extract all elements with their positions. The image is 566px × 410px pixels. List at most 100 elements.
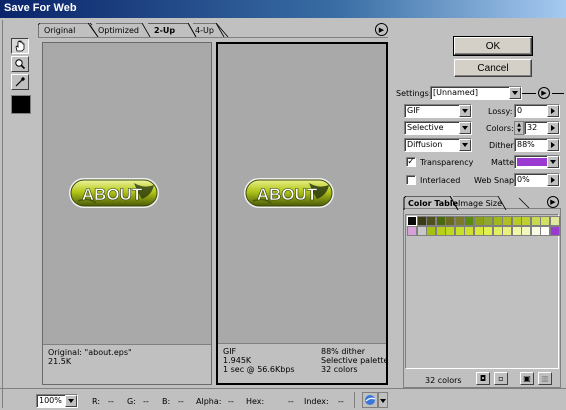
color-swatch[interactable] [416,216,427,226]
toolbox [8,38,36,116]
color-swatch[interactable] [492,226,503,236]
g-value: -- [143,397,149,406]
color-swatch[interactable] [530,216,541,226]
chevron-down-icon [459,122,471,134]
color-table-menu-arrow-icon[interactable]: ▶ [547,196,559,208]
color-swatch[interactable] [521,216,531,226]
color-swatch[interactable] [464,216,474,226]
chevron-down-icon [65,395,77,407]
zoom-icon[interactable] [11,56,29,72]
color-swatch[interactable] [521,226,531,236]
index-value: -- [338,397,344,406]
optimized-dither: 88% dither [321,347,366,356]
hand-icon[interactable] [11,38,29,54]
color-swatch[interactable] [502,216,512,226]
interlaced-checkbox[interactable] [406,175,416,185]
alpha-label: Alpha: [196,397,222,406]
status-separator [0,388,566,389]
websnap-label: Web Snap: [474,176,517,185]
format-select[interactable]: GIF [404,104,472,118]
colors-label: Colors: [486,124,514,133]
settings-menu-arrow-icon[interactable]: ▶ [538,87,550,99]
colors-stepper[interactable]: ▲ ▼ [514,121,524,135]
colors-field[interactable]: 32 [524,121,560,135]
status-divider [354,392,355,408]
original-filename: Original: "about.eps" [48,348,132,357]
about-button-text: ABOUT [82,185,143,204]
color-swatch[interactable] [445,216,455,226]
color-swatch[interactable] [416,226,427,236]
ok-button[interactable]: OK [453,36,533,56]
color-swatch[interactable] [492,216,503,226]
color-swatch[interactable] [407,226,417,236]
color-swatch[interactable] [511,226,522,236]
optimized-download-time: 1 sec @ 56.6Kbps [223,365,295,374]
about-button-image-original: ABOUT [69,178,159,208]
settings-preset-select[interactable]: [Unnamed] [430,86,522,100]
tab-color-table[interactable]: Color Table [408,199,458,208]
matte-select[interactable] [514,155,560,169]
websnap-field[interactable]: 0% [514,173,560,187]
color-swatch[interactable] [407,216,417,226]
title-bar: Save For Web [0,0,566,18]
settings-connector [522,93,536,94]
tab-image-size[interactable]: Image Size [458,199,502,208]
original-info: Original: "about.eps" 21.5K [43,344,211,384]
about-button-image-optimized: ABOUT [244,178,334,208]
palette-select[interactable]: Selective [404,121,472,135]
index-label: Index: [304,397,329,406]
chevron-right-icon [547,122,559,134]
alpha-value: -- [228,397,234,406]
color-swatch[interactable] [426,226,436,236]
color-swatch[interactable] [530,226,541,236]
color-swatch[interactable] [445,226,455,236]
dither-label: Dither: [489,141,517,150]
color-swatch[interactable] [464,226,474,236]
r-value: -- [108,397,114,406]
color-swatch[interactable] [540,226,550,236]
optimized-preview-pane[interactable]: ABOUT GIF 88% dither 1.945K Selective pale… [216,42,388,385]
color-swatch[interactable] [549,216,560,226]
optimized-info: GIF 88% dither 1.945K Selective palette 1 … [218,343,389,383]
original-preview-pane[interactable]: ABOUT Original: "about.eps" 21.5K [42,42,212,385]
optimized-palette: Selective palette [321,356,389,365]
color-swatch[interactable] [511,216,522,226]
color-swatch[interactable] [549,226,560,236]
trash-icon[interactable]: ▥ [538,372,552,385]
optimized-format: GIF [223,347,237,356]
view-menu-arrow-icon[interactable]: ▶ [375,23,388,36]
color-swatch[interactable] [426,216,436,226]
lock-color-icon[interactable]: ▫ [494,372,508,385]
color-swatch[interactable] [502,226,512,236]
color-swatch[interactable] [473,216,484,226]
zoom-select[interactable]: 100% [36,394,78,408]
chevron-down-icon [380,399,386,403]
optimized-size: 1.945K [223,356,252,365]
color-swatch[interactable] [473,226,484,236]
lossy-field[interactable]: 0 [514,104,560,118]
eyedropper-color-swatch[interactable] [11,95,31,114]
new-color-icon[interactable]: ▣ [520,372,534,385]
cancel-button[interactable]: Cancel [454,59,532,77]
color-count: 32 colors [425,376,462,385]
color-table-grid[interactable] [405,214,560,369]
browser-preview-icon[interactable] [362,392,378,408]
web-shift-icon[interactable]: ◘ [476,372,490,385]
color-swatch[interactable] [483,226,493,236]
color-swatch[interactable] [483,216,493,226]
color-swatch[interactable] [435,226,446,236]
transparency-label: Transparency [420,158,474,167]
color-swatch[interactable] [540,216,550,226]
tab-baseline [38,37,388,38]
transparency-checkbox[interactable]: ✓ [406,157,416,167]
left-divider [2,20,3,408]
browser-select[interactable] [378,392,388,408]
dither-algorithm-select[interactable]: Diffusion [404,138,472,152]
interlaced-label: Interlaced [420,176,461,185]
about-button-text: ABOUT [257,185,318,204]
dither-field[interactable]: 88% [514,138,560,152]
color-swatch[interactable] [435,216,446,226]
eyedropper-icon[interactable] [11,74,29,90]
color-swatch[interactable] [454,226,465,236]
color-swatch[interactable] [454,216,465,226]
